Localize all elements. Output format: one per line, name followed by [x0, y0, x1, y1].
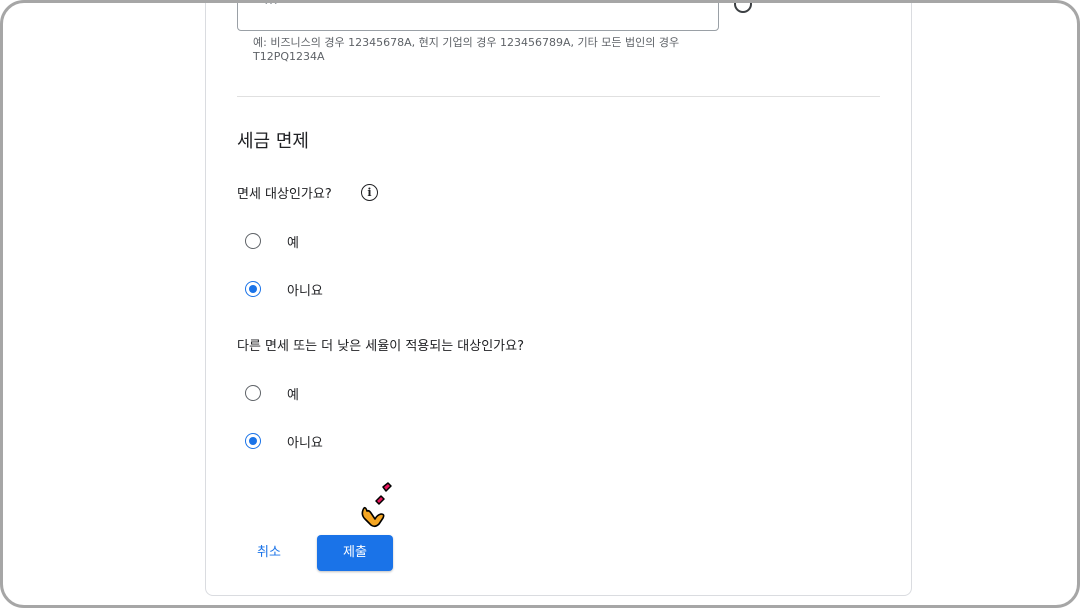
tax-id-input-label: … [264, 0, 280, 8]
tax-id-hint: 예: 비즈니스의 경우 12345678A, 현지 기업의 경우 1234567… [253, 36, 680, 63]
radio-reduced-yes[interactable]: 예 [245, 383, 299, 403]
submit-button[interactable]: 제출 [317, 535, 393, 571]
question-reduced-rate: 다른 면세 또는 더 낮은 세율이 적용되는 대상인가요? [237, 339, 524, 354]
question-exempt: 면세 대상인가요? [237, 187, 332, 202]
radio-label: 예 [287, 235, 299, 251]
radio-button-unchecked[interactable] [245, 233, 261, 249]
radio-label: 아니요 [287, 283, 323, 299]
radio-button-checked[interactable] [245, 433, 261, 449]
section-divider [237, 96, 880, 97]
click-pointer-icon [361, 482, 392, 528]
screen-frame: … 예: 비즈니스의 경우 12345678A, 현지 기업의 경우 12345… [0, 0, 1080, 608]
radio-exempt-yes[interactable]: 예 [245, 231, 299, 251]
radio-button-unchecked[interactable] [245, 385, 261, 401]
cancel-button[interactable]: 취소 [243, 536, 295, 570]
radio-button-checked[interactable] [245, 281, 261, 297]
section-title: 세금 면제 [237, 131, 309, 152]
radio-reduced-no[interactable]: 아니요 [245, 431, 323, 451]
radio-exempt-no[interactable]: 아니요 [245, 279, 323, 299]
radio-label: 아니요 [287, 435, 323, 451]
info-icon[interactable]: i [361, 184, 378, 201]
radio-label: 예 [287, 387, 299, 403]
tax-id-input[interactable]: … [237, 0, 719, 31]
